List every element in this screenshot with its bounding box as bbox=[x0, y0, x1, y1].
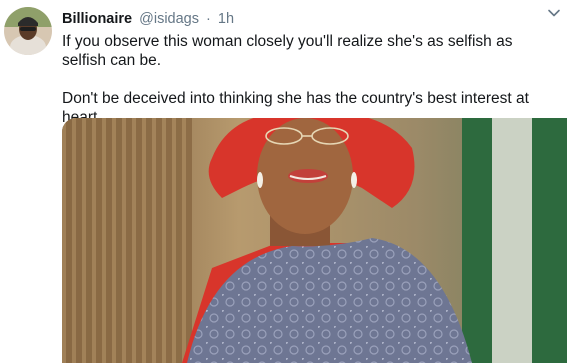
portrait-photo bbox=[62, 118, 567, 363]
tweet-media-image[interactable] bbox=[62, 118, 567, 363]
chevron-down-icon bbox=[548, 9, 560, 17]
tweet-text: If you observe this woman closely you'll… bbox=[62, 32, 559, 127]
tweet-header: Billionaire @isidags · 1h bbox=[62, 11, 234, 28]
avatar-image bbox=[4, 7, 52, 55]
author-name[interactable]: Billionaire bbox=[62, 11, 132, 27]
avatar[interactable] bbox=[4, 7, 52, 55]
header-separator: · bbox=[206, 11, 211, 27]
more-options-button[interactable] bbox=[547, 6, 561, 20]
tweet-timestamp[interactable]: 1h bbox=[218, 11, 234, 27]
author-handle[interactable]: @isidags bbox=[139, 11, 199, 27]
tweet-paragraph-1: If you observe this woman closely you'll… bbox=[62, 33, 513, 69]
